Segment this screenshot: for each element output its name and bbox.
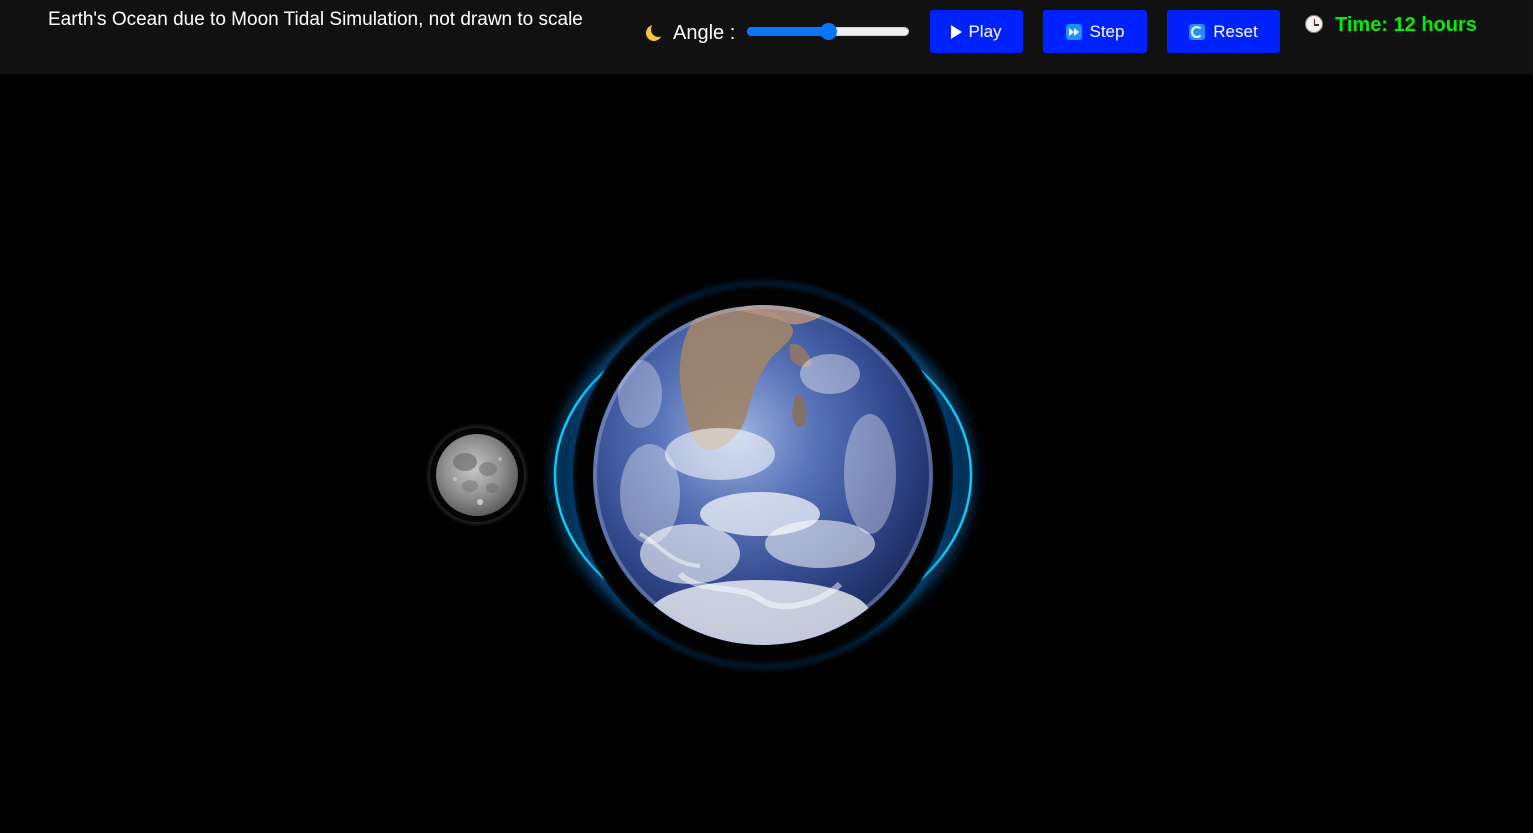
play-button-label: Play <box>968 21 1002 41</box>
simulation-canvas <box>0 74 1533 828</box>
moon <box>425 423 529 527</box>
play-button[interactable]: Play <box>930 10 1023 53</box>
refresh-icon <box>1189 23 1206 40</box>
reset-button-label: Reset <box>1213 21 1258 41</box>
angle-label: Angle : <box>673 21 736 44</box>
page-title: Earth's Ocean due to Moon Tidal Simulati… <box>48 9 583 30</box>
angle-control-group: Angle : <box>643 20 735 46</box>
angle-slider-thumb[interactable] <box>820 23 837 40</box>
clock-icon <box>1305 15 1323 33</box>
top-toolbar: Earth's Ocean due to Moon Tidal Simulati… <box>0 0 1533 74</box>
time-readout: Time: 12 hours <box>1335 14 1477 36</box>
simulation-svg <box>425 281 975 669</box>
angle-slider[interactable] <box>747 23 909 40</box>
play-triangle-icon <box>951 24 963 39</box>
reset-button[interactable]: Reset <box>1167 10 1280 53</box>
fast-forward-icon <box>1065 23 1082 40</box>
angle-slider-fill <box>747 27 828 36</box>
step-button-label: Step <box>1089 21 1125 41</box>
step-button[interactable]: Step <box>1043 10 1147 53</box>
crescent-moon-icon <box>643 22 666 44</box>
